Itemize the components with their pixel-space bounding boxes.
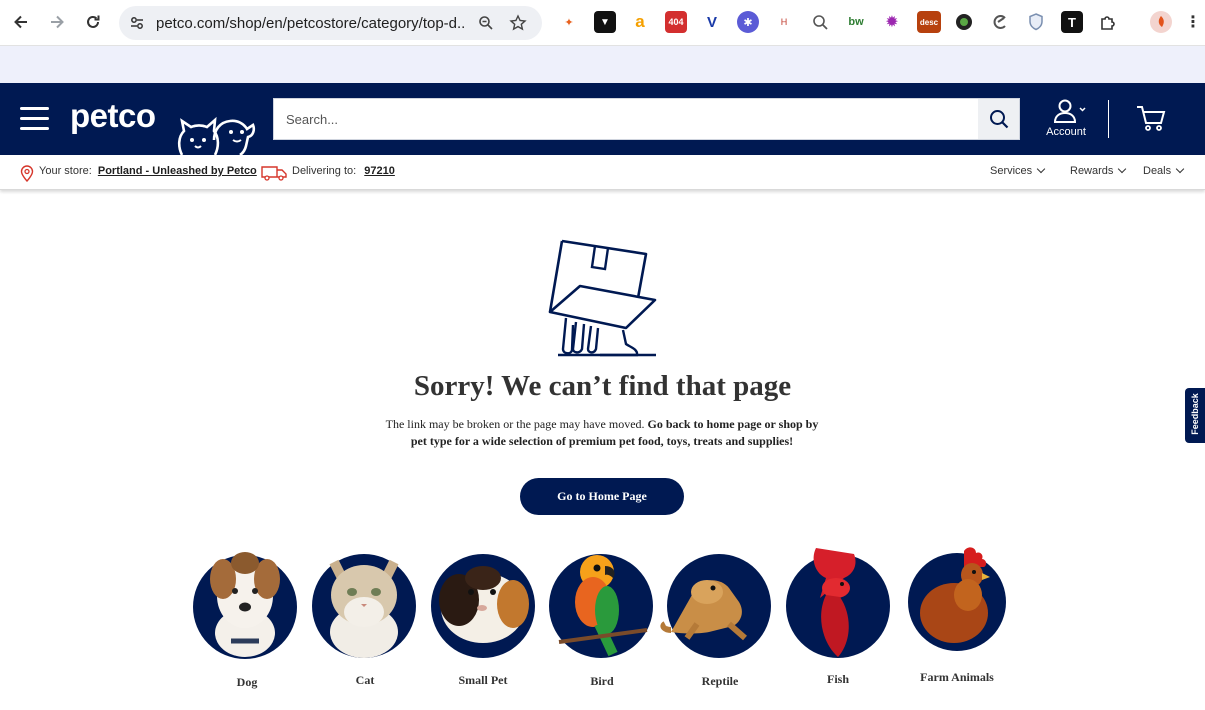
ext-shield-icon[interactable] <box>1025 11 1047 33</box>
fish-image <box>786 548 890 658</box>
page-title: Sorry! We can’t find that page <box>413 370 792 402</box>
top-band <box>0 46 1205 83</box>
pet-label-dog: Dog <box>236 675 258 689</box>
ext-404-icon[interactable]: 404 <box>665 11 687 33</box>
store-bar: Your store: Portland - Unleashed by Petc… <box>0 155 1205 190</box>
pet-category-small-pet[interactable]: Small Pet <box>430 538 540 698</box>
browser-toolbar: petco.com/shop/en/petcostore/category/to… <box>0 0 1205 46</box>
chevron-down-icon <box>1118 164 1127 174</box>
ext-lens-icon[interactable] <box>809 11 831 33</box>
url-text[interactable]: petco.com/shop/en/petcostore/category/to… <box>156 15 464 32</box>
account-button[interactable]: Account <box>1037 97 1097 141</box>
feedback-label: Feedback <box>1190 393 1200 435</box>
store-label: Your store: Portland - Unleashed by Petc… <box>39 165 257 177</box>
location-pin-icon <box>20 165 34 182</box>
store-name-link[interactable]: Portland - Unleashed by Petco <box>98 165 257 177</box>
ext-bw-icon[interactable]: bw <box>845 11 867 33</box>
header-divider <box>1108 100 1109 138</box>
chicken-image <box>908 547 1006 651</box>
petco-logo[interactable]: petco <box>70 97 156 135</box>
reload-button[interactable] <box>78 7 108 37</box>
small-pet-image <box>431 554 535 658</box>
ext-eye-icon[interactable] <box>953 11 975 33</box>
ext-wallet-icon[interactable]: ▼ <box>594 11 616 33</box>
site-info-icon[interactable] <box>125 11 149 35</box>
pet-label-fish: Fish <box>826 672 849 686</box>
hamburger-menu-icon[interactable] <box>20 107 50 131</box>
feedback-tab[interactable]: Feedback <box>1185 388 1205 443</box>
deals-menu[interactable]: Deals <box>1143 164 1185 177</box>
ext-gear-icon[interactable]: ✹ <box>881 11 903 33</box>
zoom-icon[interactable] <box>474 11 498 35</box>
user-icon <box>1054 99 1086 123</box>
ext-puzzle-circle-icon[interactable]: ✱ <box>737 11 759 33</box>
bird-image <box>549 554 653 658</box>
store-prefix: Your store: <box>39 165 92 177</box>
forward-button[interactable] <box>42 7 72 37</box>
profile-avatar-icon[interactable] <box>1150 11 1172 33</box>
pet-label-cat: Cat <box>355 673 375 687</box>
rewards-menu[interactable]: Rewards <box>1070 164 1127 177</box>
address-bar[interactable]: petco.com/shop/en/petcostore/category/to… <box>119 6 542 40</box>
pet-category-cat[interactable]: Cat <box>311 538 421 698</box>
site-header: petco Account <box>0 83 1205 155</box>
delivery-truck-icon <box>261 166 287 181</box>
zip-code-link[interactable]: 97210 <box>364 165 395 177</box>
chevron-down-icon <box>1175 164 1185 174</box>
extensions-puzzle-icon[interactable] <box>1097 11 1119 33</box>
pet-label-bird: Bird <box>590 674 614 688</box>
cat-dog-logo-icon <box>177 116 256 155</box>
reptile-image <box>660 554 771 658</box>
ext-desc-icon[interactable]: desc <box>917 11 941 33</box>
pet-category-reptile[interactable]: Reptile <box>660 538 776 698</box>
cart-icon <box>1137 106 1166 131</box>
pet-category-fish[interactable]: Fish <box>785 538 895 698</box>
bookmark-star-icon[interactable] <box>506 11 530 35</box>
search-button[interactable] <box>978 99 1019 139</box>
dog-image <box>193 552 297 659</box>
account-label: Account <box>1046 126 1086 138</box>
ext-a-icon[interactable]: a <box>629 11 651 33</box>
arrow-right-icon <box>51 15 64 29</box>
error-description: The link may be broken or the page may h… <box>385 416 819 449</box>
pet-category-bird[interactable]: Bird <box>548 538 658 698</box>
ext-maple-icon[interactable]: ✦ <box>558 11 580 33</box>
back-button[interactable] <box>6 7 36 37</box>
description-text: The link may be broken or the page may h… <box>385 417 648 431</box>
chevron-down-icon <box>1036 164 1046 174</box>
ext-v-icon[interactable]: V <box>701 11 723 33</box>
lost-pet-box-illustration <box>548 239 657 357</box>
delivery-prefix: Delivering to: <box>292 165 357 177</box>
ext-h-icon[interactable]: H <box>773 11 795 33</box>
search-icon <box>989 110 1008 129</box>
pet-category-dog[interactable]: Dog <box>192 538 302 698</box>
go-to-home-button[interactable]: Go to Home Page <box>520 478 684 515</box>
search-input[interactable] <box>274 99 978 139</box>
pet-label-reptile: Reptile <box>701 674 739 688</box>
cart-button[interactable] <box>1136 105 1166 136</box>
delivery-label: Delivering to: 97210 <box>292 165 395 177</box>
ext-t-icon[interactable]: T <box>1061 11 1083 33</box>
services-menu[interactable]: Services <box>990 164 1046 177</box>
pet-label-farm-animals: Farm Animals <box>920 670 994 684</box>
arrow-left-icon <box>14 15 27 29</box>
ext-c-icon[interactable] <box>989 11 1011 33</box>
cat-image <box>312 554 416 658</box>
search-bar <box>273 98 1020 140</box>
pet-label-small-pet: Small Pet <box>458 673 508 687</box>
pet-category-farm-animals[interactable]: Farm Animals <box>905 538 1015 698</box>
reload-icon <box>87 15 100 28</box>
browser-menu-icon[interactable]: ⋮ <box>1185 11 1201 33</box>
